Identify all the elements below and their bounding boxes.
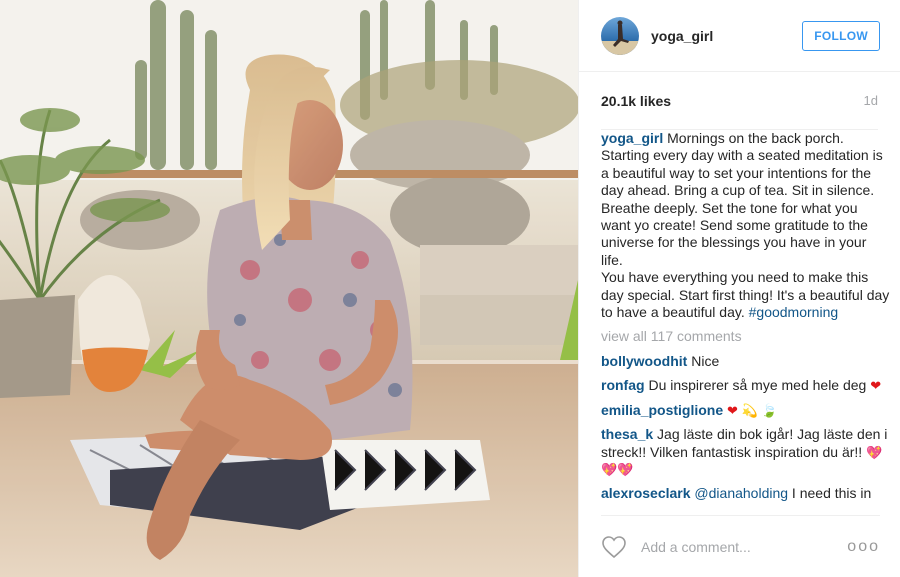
comment-username[interactable]: thesa_k bbox=[601, 426, 653, 442]
comments-list[interactable]: yoga_girl Mornings on the back porch. St… bbox=[601, 128, 890, 513]
avatar-image bbox=[601, 20, 639, 55]
comment: alexroseclark @dianaholding I need this … bbox=[601, 485, 890, 502]
comment-text: I need this in bbox=[788, 485, 872, 502]
add-comment-input[interactable] bbox=[641, 538, 848, 555]
comment: ronfag Du inspirerer så mye med hele deg… bbox=[601, 377, 890, 394]
more-options-icon[interactable]: ooo bbox=[847, 538, 880, 556]
heart-outline-icon[interactable] bbox=[601, 535, 627, 559]
heart-sparkle-leaf-emoji: ❤ 💫 🍃 bbox=[727, 402, 778, 418]
comment-text: Du inspirerer så mye med hele deg bbox=[644, 377, 871, 394]
comment-footer: ooo bbox=[601, 515, 880, 577]
post-timestamp[interactable]: 1d bbox=[864, 93, 878, 108]
photo-illustration bbox=[0, 0, 578, 577]
post-meta: 20.1k likes 1d bbox=[601, 72, 878, 130]
post-photo[interactable] bbox=[0, 0, 578, 577]
comment-username[interactable]: alexroseclark bbox=[601, 485, 691, 501]
post-caption: yoga_girl Mornings on the back porch. St… bbox=[601, 130, 890, 321]
comment-username[interactable]: emilia_postiglione bbox=[601, 402, 723, 418]
comment-text: Nice bbox=[687, 352, 720, 369]
hashtag-link[interactable]: #goodmorning bbox=[749, 304, 839, 320]
follow-button[interactable]: FOLLOW bbox=[802, 20, 880, 51]
mention-link[interactable]: @dianaholding bbox=[691, 485, 788, 501]
comment: emilia_postiglione ❤ 💫 🍃 bbox=[601, 402, 890, 419]
post-header: yoga_girl FOLLOW bbox=[579, 0, 900, 72]
likes-count[interactable]: 20.1k likes bbox=[601, 93, 671, 109]
caption-text: Mornings on the back porch. Starting eve… bbox=[601, 130, 883, 268]
comment: bollywoodhit Nice bbox=[601, 353, 890, 370]
post-side-panel: yoga_girl FOLLOW 20.1k likes 1d yoga_gir… bbox=[578, 0, 900, 577]
caption-username[interactable]: yoga_girl bbox=[601, 130, 663, 146]
comment-username[interactable]: bollywoodhit bbox=[601, 353, 687, 369]
view-all-comments-link[interactable]: view all 117 comments bbox=[601, 328, 890, 345]
comment-username[interactable]: ronfag bbox=[601, 377, 645, 393]
caption-text-2: You have everything you need to make thi… bbox=[601, 269, 890, 321]
red-heart-emoji: ❤ bbox=[870, 378, 882, 394]
avatar[interactable] bbox=[601, 16, 639, 55]
header-username[interactable]: yoga_girl bbox=[651, 28, 802, 44]
comment: thesa_k Jag läste din bok igår! Jag läst… bbox=[601, 426, 890, 478]
